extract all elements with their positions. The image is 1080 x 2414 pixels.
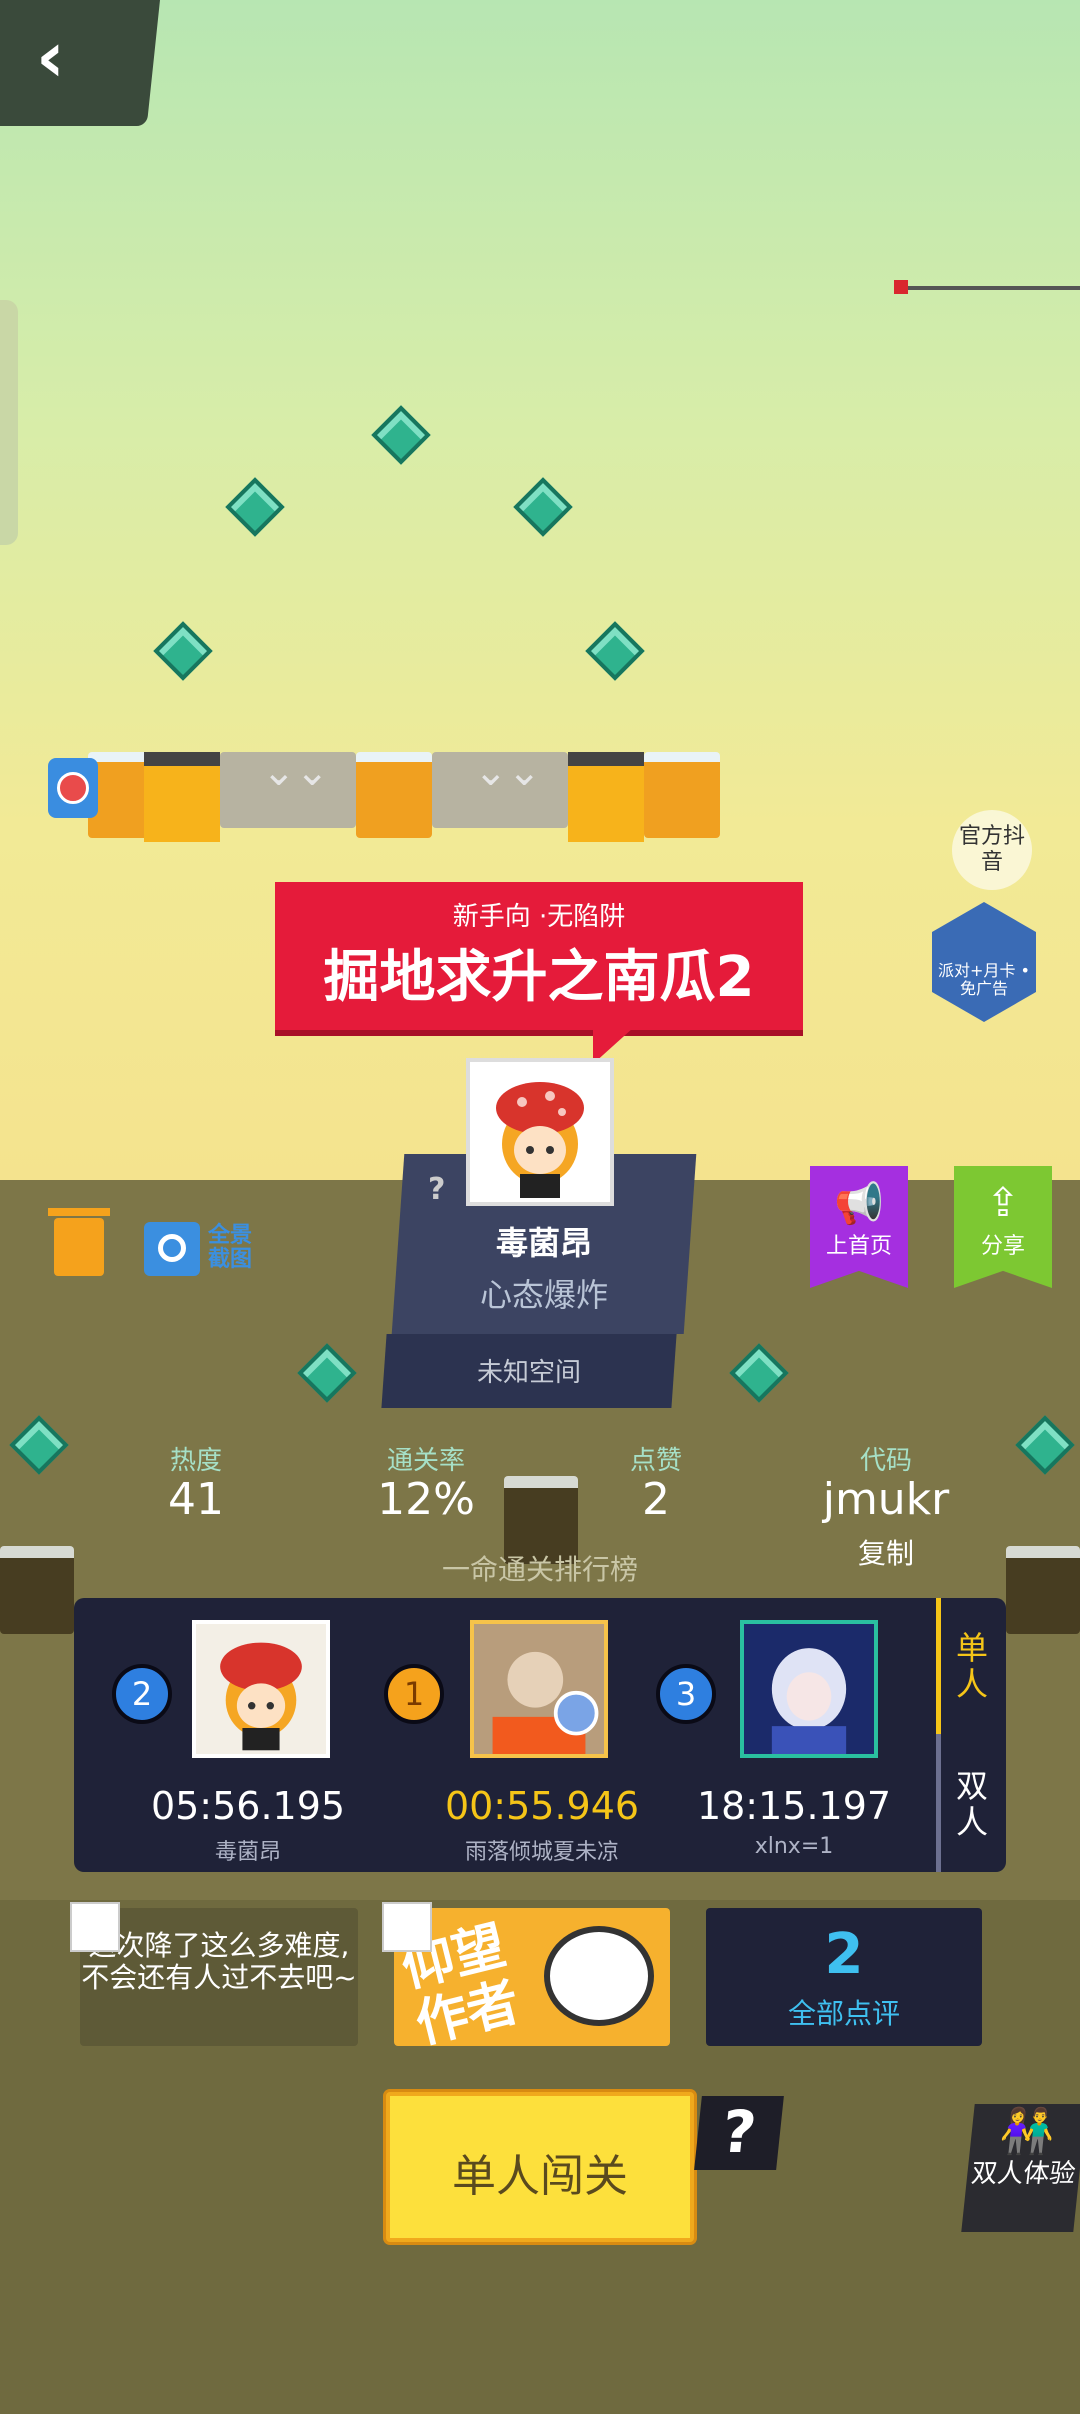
side-drawer-handle[interactable] bbox=[0, 300, 18, 545]
author-space[interactable]: 未知空间 bbox=[384, 1352, 674, 1389]
leaderboard-avatar[interactable] bbox=[470, 1620, 608, 1758]
conveyor-arrow-block bbox=[568, 752, 644, 842]
leaderboard-tab-indicator bbox=[936, 1598, 941, 1734]
fan-icon bbox=[48, 758, 98, 818]
leaderboard-player-name: xlnx=1 bbox=[754, 1834, 834, 1859]
share-icon: ⇪ bbox=[986, 1180, 1020, 1226]
rank-badge-2: 2 bbox=[112, 1664, 172, 1724]
stat-likes-value: 2 bbox=[642, 1474, 670, 1525]
mushroom-girl-icon bbox=[496, 1082, 584, 1198]
ice-block bbox=[356, 752, 432, 838]
level-platform bbox=[48, 752, 724, 842]
play-label: 单人闯关 bbox=[452, 2151, 628, 2202]
megaphone-icon: 📢 bbox=[834, 1181, 884, 1227]
anime-character-icon bbox=[744, 1624, 874, 1754]
duo-label: 双人体验 bbox=[969, 2159, 1077, 2189]
conveyor-arrow-block bbox=[144, 752, 220, 842]
comment-avatar bbox=[70, 1902, 120, 1952]
official-douyin-button[interactable]: 官方抖音 bbox=[952, 810, 1032, 890]
back-arrow-icon: ‹ bbox=[36, 16, 65, 98]
stat-code-value: jmukr bbox=[822, 1474, 950, 1525]
rank-badge-3: 3 bbox=[656, 1664, 716, 1724]
rail-line bbox=[900, 286, 1080, 290]
screenshot-label-line1: 全景 bbox=[208, 1223, 253, 1248]
ice-block bbox=[644, 752, 720, 838]
leaderboard-avatar[interactable] bbox=[740, 1620, 878, 1758]
sheep-icon bbox=[544, 1926, 654, 2026]
stat-code-label: 代码 bbox=[859, 1446, 912, 1476]
panorama-screenshot-label[interactable]: 全景 截图 bbox=[208, 1224, 252, 1272]
leaderboard-avatar[interactable] bbox=[192, 1620, 330, 1758]
level-title-banner: 新手向 ·无陷阱 掘地求升之南瓜2 bbox=[275, 882, 803, 1064]
rank-badge-1: 1 bbox=[384, 1664, 444, 1724]
pumpkin-block bbox=[1006, 1546, 1080, 1634]
leaderboard-title: 一命通关排行榜 bbox=[441, 1553, 638, 1586]
tab-two-player[interactable]: 双人 bbox=[950, 1768, 994, 1840]
look-up-author-button[interactable]: 仰望作者 bbox=[394, 1908, 670, 2046]
look-up-avatar bbox=[382, 1902, 432, 1952]
two-people-icon: 👫 bbox=[997, 2106, 1058, 2157]
stat-heat-value: 41 bbox=[168, 1474, 224, 1525]
mushroom-girl-icon bbox=[220, 1642, 302, 1751]
leaderboard-player-name: 毒菌昂 bbox=[214, 1840, 281, 1865]
screenshot-label-line2: 截图 bbox=[208, 1247, 253, 1272]
player-photo-icon bbox=[474, 1624, 604, 1754]
single-player-play-button[interactable]: 单人闯关 bbox=[386, 2092, 694, 2242]
copy-code-button[interactable]: 复制 bbox=[786, 1532, 986, 1572]
tab-single-player[interactable]: 单人 bbox=[950, 1630, 994, 1702]
two-player-trial-button[interactable]: 👫 双人体验 bbox=[961, 2104, 1080, 2232]
stat-clear-rate-value: 12% bbox=[377, 1474, 475, 1525]
pumpkin-block bbox=[0, 1546, 74, 1634]
level-title: 掘地求升之南瓜2 bbox=[323, 945, 755, 1010]
stat-clear-rate-label: 通关率 bbox=[386, 1446, 465, 1476]
author-avatar[interactable] bbox=[466, 1058, 614, 1206]
camera-icon[interactable] bbox=[144, 1222, 200, 1276]
share-label: 分享 bbox=[980, 1234, 1025, 1259]
author-comment-bubble[interactable]: 这次降了这么多难度,不会还有人过不去吧~ bbox=[80, 1908, 358, 2046]
leaderboard-time: 18:15.197 bbox=[696, 1784, 892, 1828]
author-mood: 心态爆炸 bbox=[479, 1276, 608, 1314]
rail-endpoint bbox=[894, 280, 908, 294]
author-info-help-icon[interactable]: ? bbox=[428, 1172, 445, 1207]
conveyor-block bbox=[432, 752, 568, 828]
leaderboard-player-name: 雨落倾城夏未凉 bbox=[464, 1840, 619, 1865]
trash-icon[interactable] bbox=[48, 1208, 110, 1276]
help-button[interactable]: ? bbox=[694, 2096, 784, 2170]
promote-homepage-button[interactable]: 📢 上首页 bbox=[810, 1166, 908, 1288]
back-button[interactable] bbox=[0, 0, 160, 126]
author-name: 毒菌昂 bbox=[495, 1224, 592, 1262]
stat-heat-label: 热度 bbox=[169, 1446, 222, 1476]
reviews-count: 2 bbox=[824, 1922, 864, 1987]
share-button[interactable]: ⇪ 分享 bbox=[954, 1166, 1052, 1288]
all-reviews-button[interactable]: 2 全部点评 bbox=[706, 1908, 982, 2046]
promote-label: 上首页 bbox=[825, 1234, 892, 1259]
leaderboard-time: 00:55.946 bbox=[444, 1784, 640, 1828]
level-subtitle: 新手向 ·无陷阱 bbox=[452, 902, 626, 932]
stat-likes-label: 点赞 bbox=[629, 1446, 682, 1476]
reviews-label: 全部点评 bbox=[787, 1997, 900, 2030]
conveyor-block bbox=[220, 752, 356, 828]
leaderboard-time: 05:56.195 bbox=[150, 1784, 346, 1828]
